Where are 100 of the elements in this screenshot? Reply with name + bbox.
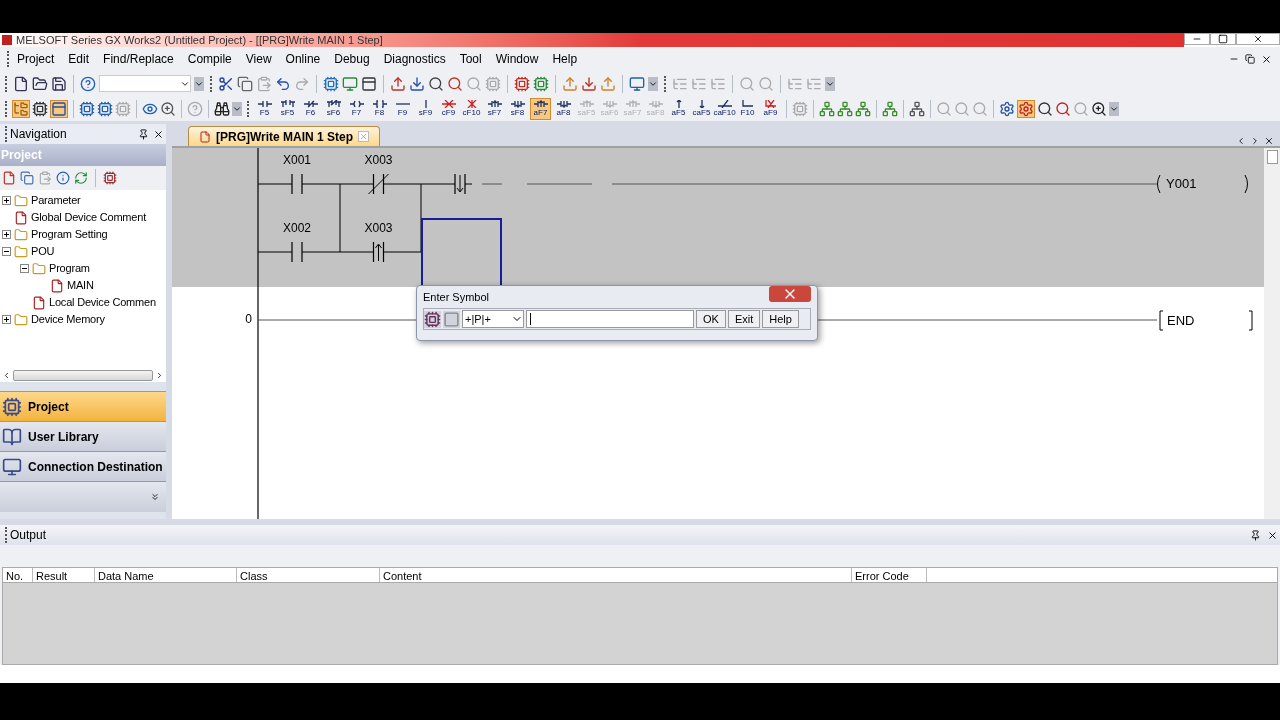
navigation-tab[interactable]: Project	[0, 392, 166, 422]
panel-icon[interactable]	[361, 75, 377, 92]
search-icon[interactable]	[428, 75, 444, 92]
tree-item[interactable]: Program	[49, 260, 90, 277]
scrollbar-thumb[interactable]	[1266, 150, 1278, 164]
new-file-icon[interactable]	[2, 171, 16, 185]
symbol-input[interactable]	[526, 310, 694, 328]
ladder-key-button[interactable]: sF5	[277, 97, 298, 120]
expand-icon[interactable]	[2, 230, 11, 239]
menu-item[interactable]: Debug	[329, 50, 375, 68]
tree-item[interactable]: Program Setting	[31, 226, 108, 243]
search-icon[interactable]	[1037, 100, 1053, 117]
symbol-dropdown[interactable]: +|P|+	[462, 310, 524, 328]
ladder-key-button[interactable]: aF5	[668, 97, 689, 120]
column-header[interactable]: Error Code	[852, 568, 927, 582]
device-icon[interactable]	[514, 75, 530, 92]
menu-item[interactable]: Find/Replace	[98, 50, 179, 68]
network-icon[interactable]	[882, 100, 898, 117]
ladder-key-button[interactable]: sF8	[507, 97, 528, 120]
zoom-icon[interactable]	[1091, 100, 1107, 117]
upload-icon[interactable]	[562, 75, 578, 92]
ladder-key-button[interactable]: sF9	[415, 97, 436, 120]
ladder-key-button[interactable]: caF5	[691, 97, 712, 120]
help-icon[interactable]	[80, 75, 96, 92]
overflow-icon[interactable]	[232, 101, 242, 116]
copy-icon[interactable]	[237, 75, 253, 92]
network-icon[interactable]	[819, 100, 835, 117]
network-icon[interactable]	[855, 100, 871, 117]
ladder-key-button[interactable]: F8	[369, 97, 390, 120]
open-folder-icon[interactable]	[32, 75, 48, 92]
copy-icon[interactable]	[20, 171, 34, 185]
download-icon[interactable]	[581, 75, 597, 92]
menu-item[interactable]: Compile	[182, 50, 237, 68]
cut-icon[interactable]	[218, 75, 234, 92]
overflow-icon[interactable]	[194, 76, 204, 91]
search-icon[interactable]	[447, 75, 463, 92]
ladder-key-button[interactable]: F10	[737, 97, 758, 120]
menu-item[interactable]: Window	[490, 50, 544, 68]
settings-icon[interactable]	[999, 100, 1015, 117]
ladder-key-button[interactable]: F6	[300, 97, 321, 120]
undo-icon[interactable]	[275, 75, 291, 92]
dialog-button[interactable]: Help	[762, 310, 799, 328]
tree-item[interactable]: Parameter	[31, 192, 81, 209]
ladder-key-button[interactable]: aF8	[553, 97, 574, 120]
close-icon[interactable]	[1261, 53, 1272, 65]
ladder-key-button[interactable]: caF10	[714, 97, 735, 120]
menu-item[interactable]: View	[240, 50, 277, 68]
binoculars-icon[interactable]	[214, 100, 230, 117]
editor-tab[interactable]: [PRG]Write MAIN 1 Step	[188, 126, 381, 146]
pin-icon[interactable]	[138, 128, 149, 140]
search-icon[interactable]	[1055, 100, 1071, 117]
refresh-icon[interactable]	[74, 171, 88, 185]
ladder-key-button[interactable]: F7	[346, 97, 367, 120]
menu-item[interactable]: Diagnostics	[378, 50, 451, 68]
navigation-icon[interactable]	[12, 99, 30, 118]
close-icon[interactable]	[1267, 529, 1278, 541]
monitor-icon[interactable]	[629, 75, 645, 92]
overflow-icon[interactable]	[1109, 101, 1119, 116]
collapse-icon[interactable]	[2, 247, 11, 256]
ladder-key-button[interactable]: aF9	[760, 97, 781, 120]
navigation-tab[interactable]: Connection Destination	[0, 452, 166, 482]
menu-item[interactable]: Project	[12, 50, 60, 68]
save-icon[interactable]	[51, 75, 67, 92]
ladder-key-button[interactable]: sF7	[484, 97, 505, 120]
tree-item[interactable]: POU	[31, 243, 55, 260]
menu-item[interactable]: Edit	[63, 50, 95, 68]
network-icon[interactable]	[909, 100, 925, 117]
download-icon[interactable]	[409, 75, 425, 92]
tree-item[interactable]: Global Device Comment	[31, 209, 146, 226]
device-icon[interactable]	[79, 100, 95, 117]
device-icon[interactable]	[97, 100, 113, 117]
device-icon[interactable]	[424, 310, 441, 328]
navigation-tab[interactable]: User Library	[0, 422, 166, 452]
scroll-right-icon[interactable]	[1250, 136, 1260, 146]
ladder-key-button[interactable]: cF9	[438, 97, 459, 120]
tree-item[interactable]: Device Memory	[31, 311, 105, 328]
expand-icon[interactable]	[2, 315, 11, 324]
column-header[interactable]: Data Name	[95, 568, 237, 582]
close-icon[interactable]	[1264, 136, 1274, 146]
device-icon[interactable]	[103, 171, 117, 185]
scroll-left-icon[interactable]	[2, 370, 11, 380]
info-icon[interactable]	[56, 171, 70, 185]
ladder-key-button[interactable]: F5	[254, 97, 275, 120]
expand-icon[interactable]	[2, 196, 11, 205]
column-header[interactable]: Content	[380, 568, 852, 582]
close-icon[interactable]	[153, 128, 164, 140]
dialog-button[interactable]: OK	[696, 310, 726, 328]
network-icon[interactable]	[837, 100, 853, 117]
window-icon[interactable]	[50, 99, 68, 118]
ladder-key-button[interactable]: F9	[392, 97, 413, 120]
ladder-key-button[interactable]: cF10	[461, 97, 482, 120]
tree-item[interactable]: Local Device Commen	[49, 294, 156, 311]
monitor-icon[interactable]	[342, 75, 358, 92]
dialog-button[interactable]: Exit	[727, 310, 761, 328]
restore-icon[interactable]	[1210, 33, 1236, 45]
restore-icon[interactable]	[1245, 54, 1255, 64]
menu-item[interactable]: Tool	[454, 50, 487, 68]
overflow-icon[interactable]	[825, 76, 835, 91]
collapse-icon[interactable]	[20, 264, 29, 273]
zoom-icon[interactable]	[160, 100, 176, 117]
